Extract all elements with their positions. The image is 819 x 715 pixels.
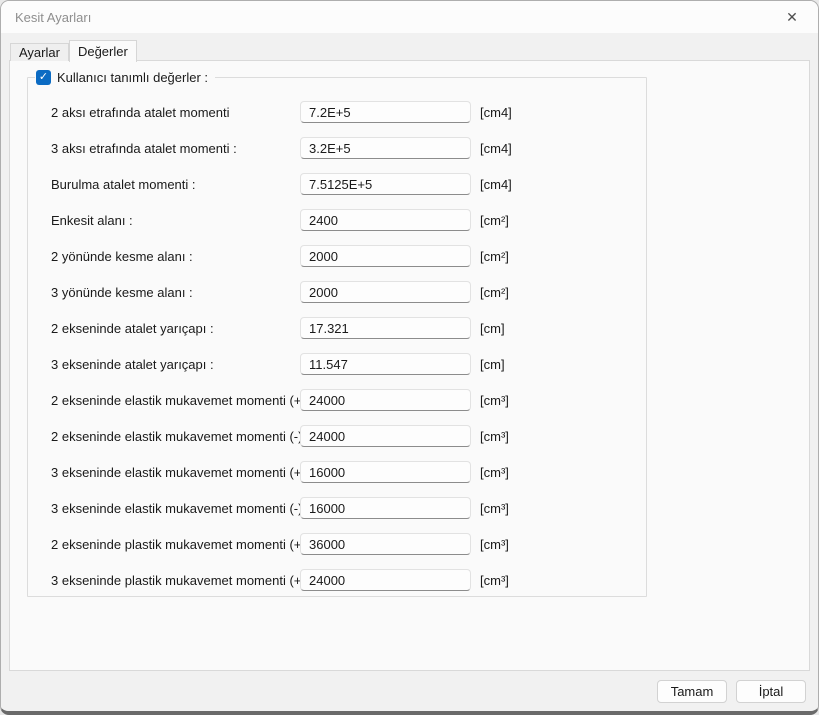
field-value-input[interactable] [300,245,471,267]
field-unit: [cm³] [480,501,509,516]
field-value-input[interactable] [300,137,471,159]
field-value-input[interactable] [300,317,471,339]
field-row: 3 aksı etrafında atalet momenti : [cm4] [51,137,636,159]
field-label: 3 ekseninde elastik mukavemet momenti (+… [51,465,300,480]
field-label: 3 aksı etrafında atalet momenti : [51,141,300,156]
tab-ayarlar[interactable]: Ayarlar [10,43,69,61]
field-value-input[interactable] [300,353,471,375]
field-unit: [cm4] [480,177,512,192]
field-row: 2 ekseninde elastik mukavemet momenti (+… [51,389,636,411]
field-value-input[interactable] [300,209,471,231]
field-value-input[interactable] [300,569,471,591]
field-row: 2 aksı etrafında atalet momenti [cm4] [51,101,636,123]
checkbox-label: Kullanıcı tanımlı değerler : [57,70,208,85]
field-value-input[interactable] [300,389,471,411]
dialog-kesit-ayarlari: Kesit Ayarları ✕ Ayarlar Değerler ✓ Kull… [0,0,819,715]
field-label: 2 ekseninde elastik mukavemet momenti (-… [51,429,300,444]
field-unit: [cm²] [480,285,509,300]
field-row: 2 yönünde kesme alanı : [cm²] [51,245,636,267]
field-label: Burulma atalet momenti : [51,177,300,192]
window-title: Kesit Ayarları [15,10,91,25]
field-label: 3 ekseninde plastik mukavemet momenti (+… [51,573,300,588]
close-icon[interactable]: ✕ [772,1,812,33]
user-defined-values-checkbox[interactable]: ✓ [36,70,51,85]
field-unit: [cm³] [480,429,509,444]
field-row: 3 ekseninde elastik mukavemet momenti (+… [51,461,636,483]
field-value-input[interactable] [300,173,471,195]
field-value-input[interactable] [300,461,471,483]
field-value-input[interactable] [300,281,471,303]
field-value-input[interactable] [300,533,471,555]
field-label: Enkesit alanı : [51,213,300,228]
field-row: 3 yönünde kesme alanı : [cm²] [51,281,636,303]
field-unit: [cm³] [480,393,509,408]
field-label: 3 yönünde kesme alanı : [51,285,300,300]
cancel-button[interactable]: İptal [736,680,806,703]
ok-button[interactable]: Tamam [657,680,727,703]
field-value-input[interactable] [300,497,471,519]
field-row: Burulma atalet momenti : [cm4] [51,173,636,195]
field-row: 2 ekseninde plastik mukavemet momenti (+… [51,533,636,555]
field-unit: [cm³] [480,573,509,588]
field-row: 3 ekseninde atalet yarıçapı : [cm] [51,353,636,375]
titlebar[interactable]: Kesit Ayarları ✕ [1,1,818,33]
field-unit: [cm³] [480,537,509,552]
field-unit: [cm] [480,357,505,372]
field-row: 2 ekseninde elastik mukavemet momenti (-… [51,425,636,447]
tab-strip: Ayarlar Değerler [10,40,137,61]
field-label: 2 aksı etrafında atalet momenti [51,105,300,120]
footer: Tamam İptal [1,671,818,711]
field-label: 3 ekseninde atalet yarıçapı : [51,357,300,372]
field-unit: [cm4] [480,105,512,120]
field-unit: [cm²] [480,249,509,264]
field-label: 2 yönünde kesme alanı : [51,249,300,264]
field-unit: [cm4] [480,141,512,156]
field-row: 3 ekseninde elastik mukavemet momenti (-… [51,497,636,519]
field-unit: [cm] [480,321,505,336]
field-label: 2 ekseninde plastik mukavemet momenti (+… [51,537,300,552]
user-defined-values-group: ✓ Kullanıcı tanımlı değerler : 2 aksı et… [27,77,647,597]
field-label: 2 ekseninde elastik mukavemet momenti (+… [51,393,300,408]
field-unit: [cm²] [480,213,509,228]
field-label: 3 ekseninde elastik mukavemet momenti (-… [51,501,300,516]
field-value-input[interactable] [300,101,471,123]
field-unit: [cm³] [480,465,509,480]
tab-degerler[interactable]: Değerler [69,40,137,62]
field-row: 2 ekseninde atalet yarıçapı : [cm] [51,317,636,339]
tab-page-degerler: ✓ Kullanıcı tanımlı değerler : 2 aksı et… [9,60,810,671]
field-label: 2 ekseninde atalet yarıçapı : [51,321,300,336]
field-value-input[interactable] [300,425,471,447]
field-row: 3 ekseninde plastik mukavemet momenti (+… [51,569,636,591]
field-row: Enkesit alanı : [cm²] [51,209,636,231]
fields-list: 2 aksı etrafında atalet momenti [cm4] 3 … [51,101,636,605]
group-legend: ✓ Kullanıcı tanımlı değerler : [35,69,215,86]
